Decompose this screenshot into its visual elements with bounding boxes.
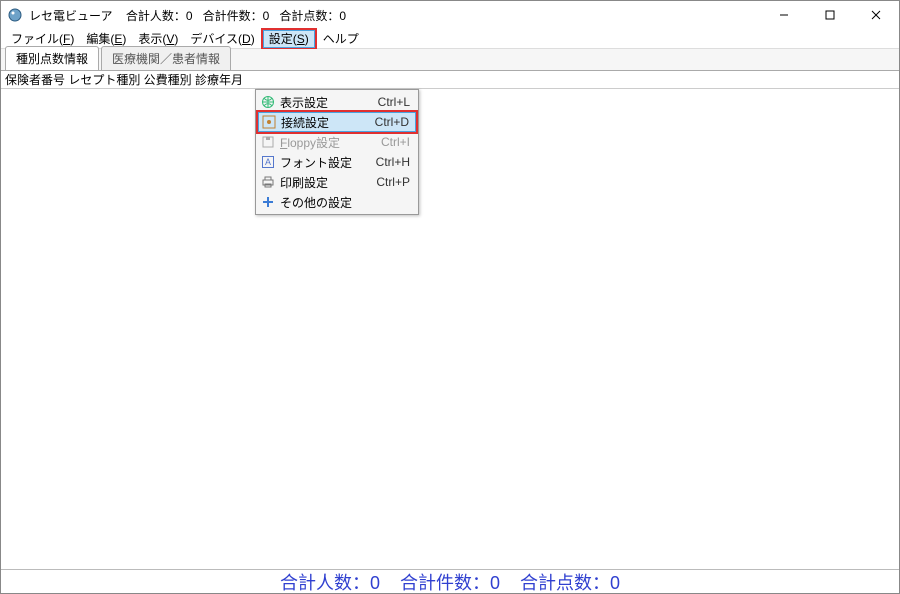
dd-other-settings[interactable]: その他の設定 — [258, 192, 416, 212]
dd-shortcut: Ctrl+L — [378, 95, 410, 109]
dd-shortcut: Ctrl+P — [376, 175, 410, 189]
status-points: 合計点数：0 — [520, 569, 620, 594]
dd-connection-highlight: 接続設定 Ctrl+D — [256, 110, 418, 134]
content-area: 表示設定 Ctrl+L 接続設定 Ctrl+D Floppy設定 Ctrl+I — [1, 89, 899, 569]
dd-shortcut: Ctrl+H — [376, 155, 410, 169]
dd-label: フォント設定 — [278, 154, 376, 171]
status-count: 合計件数：0 — [400, 569, 500, 594]
column-header-text: 保険者番号 レセプト種別 公費種別 診療年月 — [5, 71, 243, 88]
dd-shortcut: Ctrl+D — [375, 115, 409, 129]
dd-label: その他の設定 — [278, 194, 410, 211]
menu-help[interactable]: ヘルプ — [317, 28, 365, 49]
dd-label: 接続設定 — [279, 114, 375, 131]
floppy-icon — [258, 135, 278, 149]
plus-icon — [258, 195, 278, 209]
dd-label: Floppy設定 — [278, 134, 381, 151]
font-icon: A — [258, 155, 278, 169]
printer-icon — [258, 175, 278, 189]
tab-institution-patient[interactable]: 医療機関／患者情報 — [101, 46, 231, 70]
column-header: 保険者番号 レセプト種別 公費種別 診療年月 — [1, 71, 899, 89]
close-button[interactable] — [853, 1, 899, 29]
app-icon — [7, 7, 23, 23]
dd-floppy-settings[interactable]: Floppy設定 Ctrl+I — [258, 132, 416, 152]
app-window: レセ電ビューア 合計人数：0 合計件数：0 合計点数：0 ファイル(F) — [0, 0, 900, 594]
dd-display-settings[interactable]: 表示設定 Ctrl+L — [258, 92, 416, 112]
title-points-label: 合計点数： — [279, 9, 339, 23]
app-name: レセ電ビューア — [29, 9, 113, 23]
dd-label: 表示設定 — [278, 94, 378, 111]
tab-bar: 種別点数情報 医療機関／患者情報 — [1, 49, 899, 71]
dd-print-settings[interactable]: 印刷設定 Ctrl+P — [258, 172, 416, 192]
globe-icon — [258, 95, 278, 109]
status-people: 合計人数：0 — [280, 569, 380, 594]
tab-points-by-type[interactable]: 種別点数情報 — [5, 46, 99, 70]
svg-text:A: A — [265, 157, 271, 167]
title-count-label: 合計件数： — [203, 9, 263, 23]
title-people-label: 合計人数： — [126, 9, 186, 23]
title-text: レセ電ビューア 合計人数：0 合計件数：0 合計点数：0 — [29, 7, 346, 24]
settings-dropdown: 表示設定 Ctrl+L 接続設定 Ctrl+D Floppy設定 Ctrl+I — [255, 89, 419, 215]
titlebar: レセ電ビューア 合計人数：0 合計件数：0 合計点数：0 — [1, 1, 899, 29]
title-points-value: 0 — [339, 9, 346, 23]
menu-settings[interactable]: 設定(S) — [263, 30, 315, 48]
window-controls — [761, 1, 899, 29]
dd-connection-settings[interactable]: 接続設定 Ctrl+D — [258, 112, 416, 132]
menu-settings-highlight: 設定(S) — [261, 28, 317, 49]
connect-icon — [259, 115, 279, 129]
maximize-button[interactable] — [807, 1, 853, 29]
status-bar: 合計人数：0 合計件数：0 合計点数：0 — [1, 569, 899, 593]
minimize-button[interactable] — [761, 1, 807, 29]
title-people-value: 0 — [186, 9, 193, 23]
dd-label: 印刷設定 — [278, 174, 376, 191]
title-count-value: 0 — [263, 9, 270, 23]
dd-shortcut: Ctrl+I — [381, 135, 410, 149]
dd-font-settings[interactable]: A フォント設定 Ctrl+H — [258, 152, 416, 172]
